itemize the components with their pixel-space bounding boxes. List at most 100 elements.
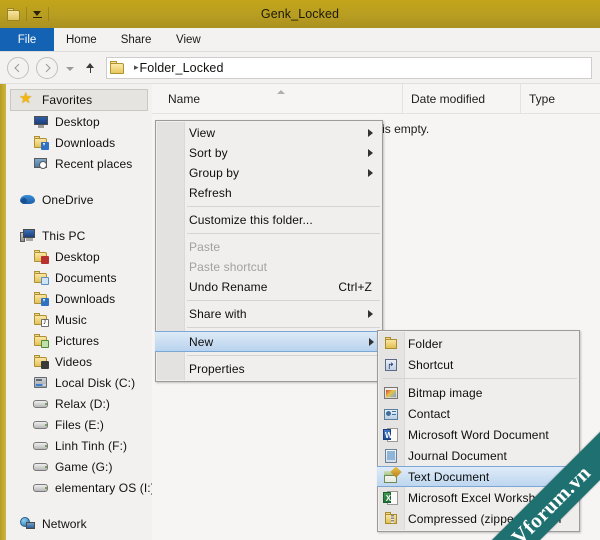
sidebar-item-label: Favorites [42,93,93,107]
submenu-item-folder[interactable]: Folder [378,333,579,354]
menu-item-undo-rename[interactable]: Undo Rename Ctrl+Z [156,277,382,297]
submenu-item-label: Microsoft Word Document [408,427,549,442]
folder-download-icon [33,135,49,150]
text-document-icon [383,465,402,485]
menu-item-label: Sort by [189,146,228,160]
folder-icon [383,336,399,352]
folder-videos-icon [33,354,49,369]
submenu-item-label: Journal Document [408,448,507,463]
sidebar-item-elementary-os-i[interactable]: elementary OS (I:) [6,477,152,498]
sidebar-item-label: Linh Tinh (F:) [55,438,128,453]
sidebar-item-music[interactable]: Music [6,309,152,330]
tab-share[interactable]: Share [109,28,164,51]
submenu-item-label: Folder [408,336,443,351]
breadcrumb-current[interactable]: Folder_Locked [140,61,224,75]
sidebar-item-label: elementary OS (I:) [55,480,152,495]
sidebar-item-pictures[interactable]: Pictures [6,330,152,351]
shortcut-icon: ↱ [383,357,399,373]
computer-icon [20,228,36,243]
up-button[interactable] [81,57,99,79]
toolbar-divider [26,7,27,21]
menu-item-accelerator: Ctrl+Z [338,280,372,294]
column-header-row: Name Date modified Type [152,83,600,114]
word-document-icon [383,427,399,443]
sidebar-item-downloads-pc[interactable]: Downloads [6,288,152,309]
drive-icon [33,460,49,474]
tab-file[interactable]: File [0,28,54,51]
column-label: Type [529,91,556,106]
sidebar-item-local-disk-c[interactable]: Local Disk (C:) [6,372,152,393]
network-icon [20,516,36,531]
sidebar-item-label: Files (E:) [55,417,104,432]
sidebar-item-desktop[interactable]: Desktop [6,111,152,132]
chevron-right-icon [368,310,373,318]
monitor-icon [33,115,49,129]
menu-item-label: Properties [189,362,245,376]
menu-item-sort-by[interactable]: Sort by [156,143,382,163]
menu-item-customize-this-folder[interactable]: Customize this folder... [156,210,382,230]
folder-download-icon [33,291,49,306]
sidebar-item-network[interactable]: Network [6,513,152,534]
menu-item-properties[interactable]: Properties [156,359,382,379]
recent-locations-button[interactable] [63,57,77,79]
menu-item-share-with[interactable]: Share with [156,304,382,324]
file-explorer-window: Genk_Locked File Home Share View ▸ Folde… [0,0,600,540]
sidebar-item-favorites[interactable]: Favorites [10,89,148,111]
recent-places-icon [33,157,49,171]
star-icon [19,89,36,107]
submenu-item-contact[interactable]: Contact [378,403,579,424]
breadcrumb[interactable]: ▸ Folder_Locked [106,56,592,79]
sidebar-item-recent-places[interactable]: Recent places [6,153,152,174]
menu-item-label: Refresh [189,186,232,200]
menu-item-label: Undo Rename [189,280,268,294]
title-bar: Genk_Locked [0,0,600,28]
window-title: Genk_Locked [260,7,340,21]
sidebar-item-label: Pictures [55,333,100,348]
navigation-pane[interactable]: Favorites Desktop Downloads Recent place… [6,84,152,540]
submenu-item-bitmap-image[interactable]: Bitmap image [378,382,579,403]
sidebar-item-onedrive[interactable]: OneDrive [6,189,152,210]
submenu-item-shortcut[interactable]: ↱ Shortcut [378,354,579,375]
contact-icon [383,406,399,422]
menu-item-view[interactable]: View [156,123,382,143]
sidebar-item-files-e[interactable]: Files (E:) [6,414,152,435]
journal-document-icon [383,448,399,464]
sidebar-item-videos[interactable]: Videos [6,351,152,372]
sidebar-item-this-pc[interactable]: This PC [6,225,152,246]
submenu-item-label: Shortcut [408,357,454,372]
sidebar-item-documents[interactable]: Documents [6,267,152,288]
drive-icon [33,481,49,495]
column-header-type[interactable]: Type [520,83,595,114]
column-header-date-modified[interactable]: Date modified [402,83,520,114]
submenu-item-journal-document[interactable]: Journal Document [378,445,579,466]
menu-separator [187,233,380,234]
submenu-item-label: Text Document [408,469,490,484]
context-menu[interactable]: View Sort by Group by Refresh Customize … [155,120,383,382]
column-header-name[interactable]: Name [152,84,402,114]
sidebar-item-relax-d[interactable]: Relax (D:) [6,393,152,414]
sidebar-item-desktop-pc[interactable]: Desktop [6,246,152,267]
folder-pictures-icon [33,333,49,348]
ribbon-tab-strip: File Home Share View [0,28,600,52]
tab-view[interactable]: View [163,28,213,51]
sidebar-item-label: Music [55,312,87,327]
sidebar-item-label: This PC [42,228,86,243]
menu-item-group-by[interactable]: Group by [156,163,382,183]
forward-button[interactable] [36,56,58,79]
sidebar-item-downloads[interactable]: Downloads [6,132,152,153]
menu-item-new[interactable]: New [155,331,383,352]
submenu-item-microsoft-word-document[interactable]: Microsoft Word Document [378,424,579,445]
drive-icon [33,418,49,432]
menu-separator [187,206,380,207]
menu-item-refresh[interactable]: Refresh [156,183,382,203]
folder-icon[interactable] [7,7,22,21]
sidebar-item-linh-tinh-f[interactable]: Linh Tinh (F:) [6,435,152,456]
menu-item-paste: Paste [156,237,382,257]
chevron-down-icon[interactable] [31,8,44,21]
back-button[interactable] [7,56,29,79]
tab-home[interactable]: Home [54,28,109,51]
sidebar-item-game-g[interactable]: Game (G:) [6,456,152,477]
sidebar-item-label: Videos [55,354,93,369]
